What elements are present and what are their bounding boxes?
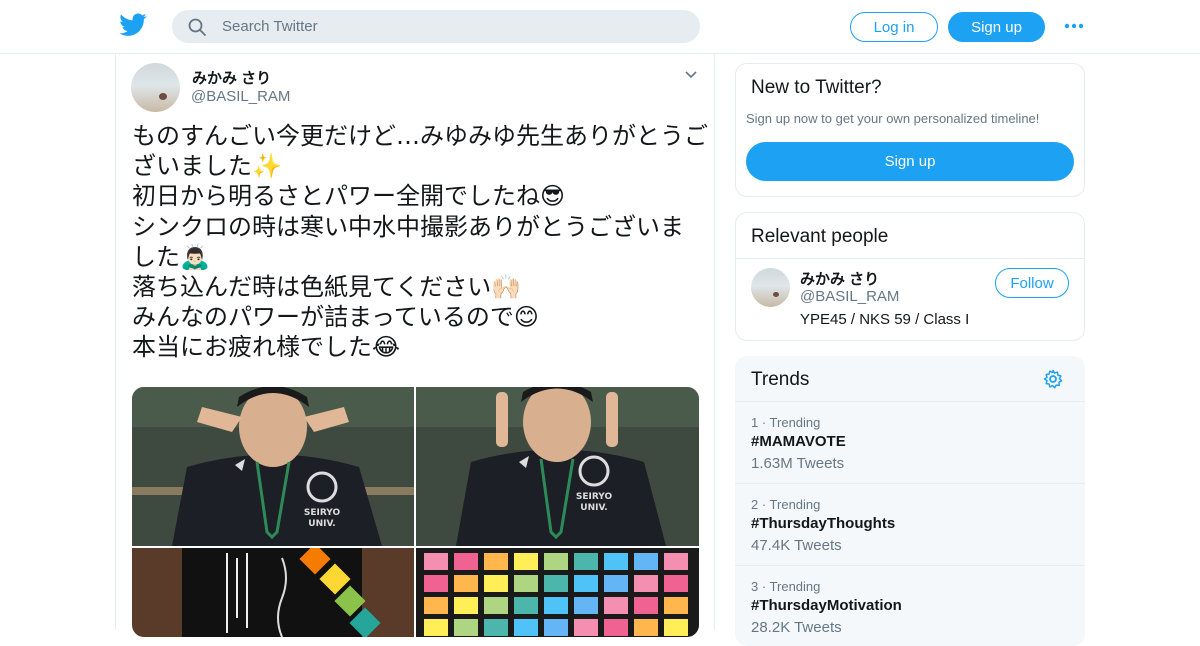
- trend-item[interactable]: 3 · Trending #ThursdayMotivation 28.2K T…: [735, 565, 1085, 646]
- trend-meta: 1 · Trending: [751, 415, 821, 430]
- trend-item[interactable]: 1 · Trending #MAMAVOTE 1.63M Tweets: [735, 401, 1085, 483]
- new-to-twitter-title: New to Twitter?: [751, 77, 882, 98]
- gear-icon[interactable]: [1043, 369, 1063, 389]
- signup-button[interactable]: Sign up: [948, 12, 1045, 42]
- search-icon: [188, 18, 206, 36]
- relevant-people-card: Relevant people みかみ さり @BASIL_RAM YPE45 …: [735, 212, 1085, 341]
- tweet-line: ざいました✨: [132, 152, 282, 181]
- author-handle[interactable]: @BASIL_RAM: [191, 88, 290, 105]
- tweet-text: ものすんごい今更だけど…みゆみゆ先生ありがとうご ざいました✨ 初日から明るさと…: [132, 121, 708, 363]
- tweet-line: 本当にお疲れ様でした😂: [132, 333, 401, 362]
- trend-count: 28.2K Tweets: [751, 619, 842, 636]
- trend-item[interactable]: 2 · Trending #ThursdayThoughts 47.4K Twe…: [735, 483, 1085, 565]
- tweet-photo-1[interactable]: SEIRYO UNIV.: [132, 387, 414, 546]
- tweet-line: 初日から明るさとパワー全開でしたね😎: [132, 182, 566, 211]
- chevron-down-icon[interactable]: [684, 70, 698, 80]
- svg-text:UNIV.: UNIV.: [580, 503, 607, 513]
- tweet-photo-3[interactable]: [132, 548, 414, 637]
- trend-count: 1.63M Tweets: [751, 455, 845, 472]
- person-handle[interactable]: @BASIL_RAM: [800, 288, 899, 305]
- trend-tag[interactable]: #ThursdayThoughts: [751, 515, 895, 532]
- trend-meta: 3 · Trending: [751, 579, 821, 594]
- tweet-photo-4[interactable]: [416, 548, 699, 637]
- top-nav-bar: Log in Sign up: [0, 0, 1200, 54]
- tweet-photo-grid: SEIRYO UNIV. SEIRYO UNIV.: [132, 387, 699, 637]
- tweet-line: シンクロの時は寒い中水中撮影ありがとうございま: [132, 212, 684, 241]
- new-to-twitter-subtitle: Sign up now to get your own personalized…: [746, 111, 1040, 126]
- twitter-bird-icon[interactable]: [119, 13, 147, 37]
- tweet-line: 落ち込んだ時は色紙見てください🙌🏻: [132, 273, 522, 302]
- svg-text:UNIV.: UNIV.: [308, 519, 335, 529]
- new-to-twitter-card: New to Twitter? Sign up now to get your …: [735, 63, 1085, 197]
- tweet-photo-2[interactable]: SEIRYO UNIV.: [416, 387, 699, 546]
- search-box[interactable]: [172, 10, 700, 43]
- relevant-people-title: Relevant people: [751, 226, 889, 247]
- follow-button[interactable]: Follow: [995, 268, 1069, 298]
- trends-title: Trends: [751, 369, 810, 390]
- trend-count: 47.4K Tweets: [751, 537, 842, 554]
- tweet-line: ものすんごい今更だけど…みゆみゆ先生ありがとうご: [132, 122, 708, 150]
- search-input[interactable]: [222, 10, 682, 43]
- trends-card: Trends 1 · Trending #MAMAVOTE 1.63M Twee…: [735, 356, 1085, 646]
- sidebar-signup-button[interactable]: Sign up: [746, 142, 1074, 181]
- author-name[interactable]: みかみ さり: [192, 67, 271, 88]
- person-bio: YPE45 / NKS 59 / Class I: [800, 311, 970, 328]
- person-avatar[interactable]: [751, 268, 790, 307]
- tweet-line: した🙇🏻‍♂️: [132, 242, 210, 271]
- person-name[interactable]: みかみ さり: [800, 268, 879, 289]
- svg-text:SEIRYO: SEIRYO: [576, 492, 613, 502]
- divider: [736, 258, 1084, 259]
- tweet-line: みんなのパワーが詰まっているので😊: [132, 303, 539, 332]
- trend-tag[interactable]: #MAMAVOTE: [751, 433, 846, 450]
- trend-meta: 2 · Trending: [751, 497, 821, 512]
- tweet-card: みかみ さり @BASIL_RAM ものすんごい今更だけど…みゆみゆ先生ありがと…: [115, 54, 715, 637]
- login-button[interactable]: Log in: [850, 12, 938, 42]
- more-icon[interactable]: [1063, 17, 1085, 35]
- author-avatar[interactable]: [131, 63, 180, 112]
- svg-text:SEIRYO: SEIRYO: [304, 508, 341, 518]
- trend-tag[interactable]: #ThursdayMotivation: [751, 597, 902, 614]
